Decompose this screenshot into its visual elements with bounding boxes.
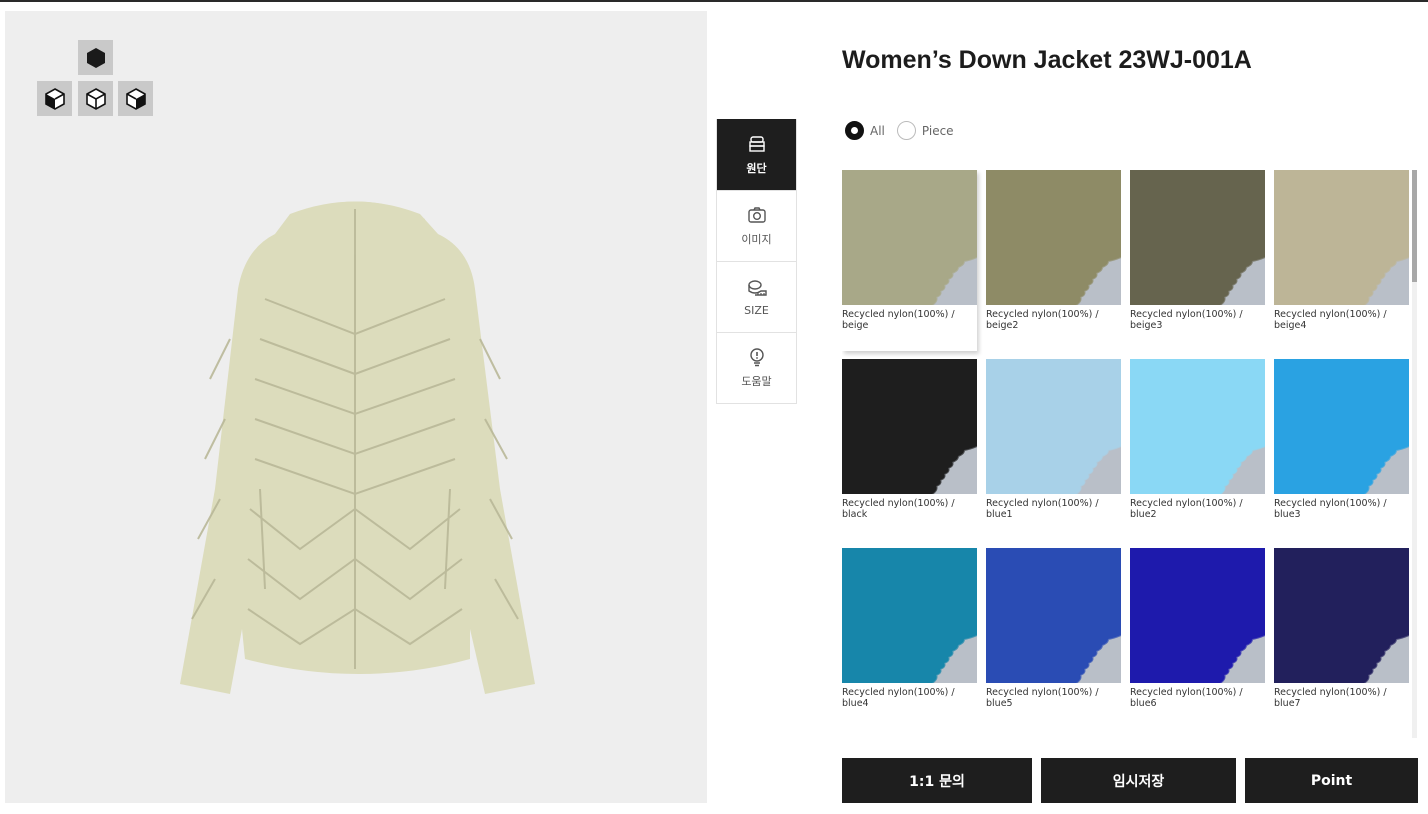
fabric-swatch-label: Recycled nylon(100%) / blue5 — [986, 687, 1099, 709]
fabric-swatch-image[interactable] — [986, 359, 1121, 494]
fabric-swatch-label: Recycled nylon(100%) / beige2 — [986, 309, 1099, 331]
fabric-swatch-label: Recycled nylon(100%) / blue3 — [1274, 498, 1387, 520]
tab-size[interactable]: SIZE — [717, 261, 796, 332]
fabric-fold-corner — [1364, 635, 1409, 683]
tab-image[interactable]: 이미지 — [717, 190, 796, 261]
fabric-swatch-label: Recycled nylon(100%) / blue4 — [842, 687, 955, 709]
radio-all-label[interactable]: All — [870, 124, 885, 138]
fabric-swatch-card[interactable]: Recycled nylon(100%) / beige3 — [1130, 170, 1265, 351]
fabric-swatch-card[interactable]: Recycled nylon(100%) / blue1 — [986, 359, 1121, 540]
fabric-fold-corner — [932, 446, 977, 494]
fabric-swatch-label: Recycled nylon(100%) / blue7 — [1274, 687, 1387, 709]
product-title: Women’s Down Jacket 23WJ-001A — [842, 46, 1252, 74]
fabric-swatch-card[interactable]: Recycled nylon(100%) / blue4 — [842, 548, 977, 729]
fabric-filter: All Piece — [845, 121, 960, 140]
fabric-swatch-image[interactable] — [1130, 359, 1265, 494]
fabric-swatch-card[interactable]: Recycled nylon(100%) / blue6 — [1130, 548, 1265, 729]
top-border — [0, 0, 1428, 2]
fabric-swatch-label: Recycled nylon(100%) / beige4 — [1274, 309, 1387, 331]
fabric-fold-corner — [1364, 446, 1409, 494]
fabric-swatch-image[interactable] — [1274, 359, 1409, 494]
fabric-swatch-image[interactable] — [1130, 170, 1265, 305]
fabric-swatch-label: Recycled nylon(100%) / black — [842, 498, 955, 520]
fabric-fold-corner — [1076, 635, 1121, 683]
fabric-swatch-label: Recycled nylon(100%) / beige3 — [1130, 309, 1243, 331]
fabric-scrollbar[interactable] — [1412, 170, 1417, 738]
fabric-fold-corner — [932, 635, 977, 683]
lightbulb-icon — [749, 348, 764, 367]
3d-viewer[interactable] — [5, 11, 707, 803]
tab-help[interactable]: 도움말 — [717, 332, 796, 403]
radio-all[interactable] — [845, 121, 864, 140]
fabric-swatch-image[interactable] — [842, 359, 977, 494]
fabric-swatch-card[interactable]: Recycled nylon(100%) / beige — [842, 170, 977, 351]
fabric-swatch-label: Recycled nylon(100%) / blue2 — [1130, 498, 1243, 520]
fabric-fold-corner — [932, 257, 977, 305]
tab-fabric-label: 원단 — [746, 162, 767, 175]
fabric-swatch-image[interactable] — [986, 170, 1121, 305]
view-top-icon[interactable] — [78, 40, 113, 75]
fabric-fold-corner — [1220, 446, 1265, 494]
fabric-fold-corner — [1220, 257, 1265, 305]
fabric-swatch-label: Recycled nylon(100%) / blue1 — [986, 498, 1099, 520]
fabric-fold-corner — [1076, 257, 1121, 305]
fabric-swatch-label: Recycled nylon(100%) / blue6 — [1130, 687, 1243, 709]
fabric-swatch-image[interactable] — [1274, 548, 1409, 683]
tab-help-label: 도움말 — [741, 375, 772, 388]
fabric-fold-corner — [1220, 635, 1265, 683]
view-left-icon[interactable] — [37, 81, 72, 116]
fabric-swatch-label: Recycled nylon(100%) / beige — [842, 309, 955, 331]
fabric-swatch-card[interactable]: Recycled nylon(100%) / blue3 — [1274, 359, 1409, 540]
fabric-swatch-card[interactable]: Recycled nylon(100%) / beige4 — [1274, 170, 1409, 351]
fabric-swatch-card[interactable]: Recycled nylon(100%) / blue7 — [1274, 548, 1409, 729]
fabric-swatch-image[interactable] — [842, 548, 977, 683]
fabric-icon — [748, 136, 765, 152]
tape-measure-icon — [747, 279, 767, 296]
fabric-swatch-card[interactable]: Recycled nylon(100%) / black — [842, 359, 977, 540]
tab-image-label: 이미지 — [741, 233, 772, 246]
fabric-swatch-image[interactable] — [842, 170, 977, 305]
tab-fabric[interactable]: 원단 — [717, 119, 796, 190]
temp-save-button[interactable]: 임시저장 — [1041, 758, 1236, 803]
jacket-3d-model[interactable] — [170, 189, 540, 699]
point-button[interactable]: Point — [1245, 758, 1418, 803]
fabric-scroll-thumb[interactable] — [1412, 170, 1417, 282]
fabric-swatch-card[interactable]: Recycled nylon(100%) / beige2 — [986, 170, 1121, 351]
view-right-icon[interactable] — [118, 81, 153, 116]
radio-piece-label[interactable]: Piece — [922, 124, 954, 138]
fabric-fold-corner — [1364, 257, 1409, 305]
fabric-grid[interactable]: Recycled nylon(100%) / beige Recycled nyl… — [842, 170, 1410, 740]
tab-size-label: SIZE — [744, 303, 769, 317]
fabric-swatch-card[interactable]: Recycled nylon(100%) / blue2 — [1130, 359, 1265, 540]
side-tab-menu: 원단 이미지 SIZE 도움말 — [716, 119, 797, 404]
fabric-swatch-card[interactable]: Recycled nylon(100%) / blue5 — [986, 548, 1121, 729]
camera-icon — [747, 207, 766, 223]
fabric-swatch-image[interactable] — [986, 548, 1121, 683]
inquiry-button[interactable]: 1:1 문의 — [842, 758, 1032, 803]
radio-piece[interactable] — [896, 121, 916, 140]
fabric-swatch-image[interactable] — [1274, 170, 1409, 305]
view-front-icon[interactable] — [78, 81, 113, 116]
fabric-swatch-image[interactable] — [1130, 548, 1265, 683]
fabric-fold-corner — [1076, 446, 1121, 494]
